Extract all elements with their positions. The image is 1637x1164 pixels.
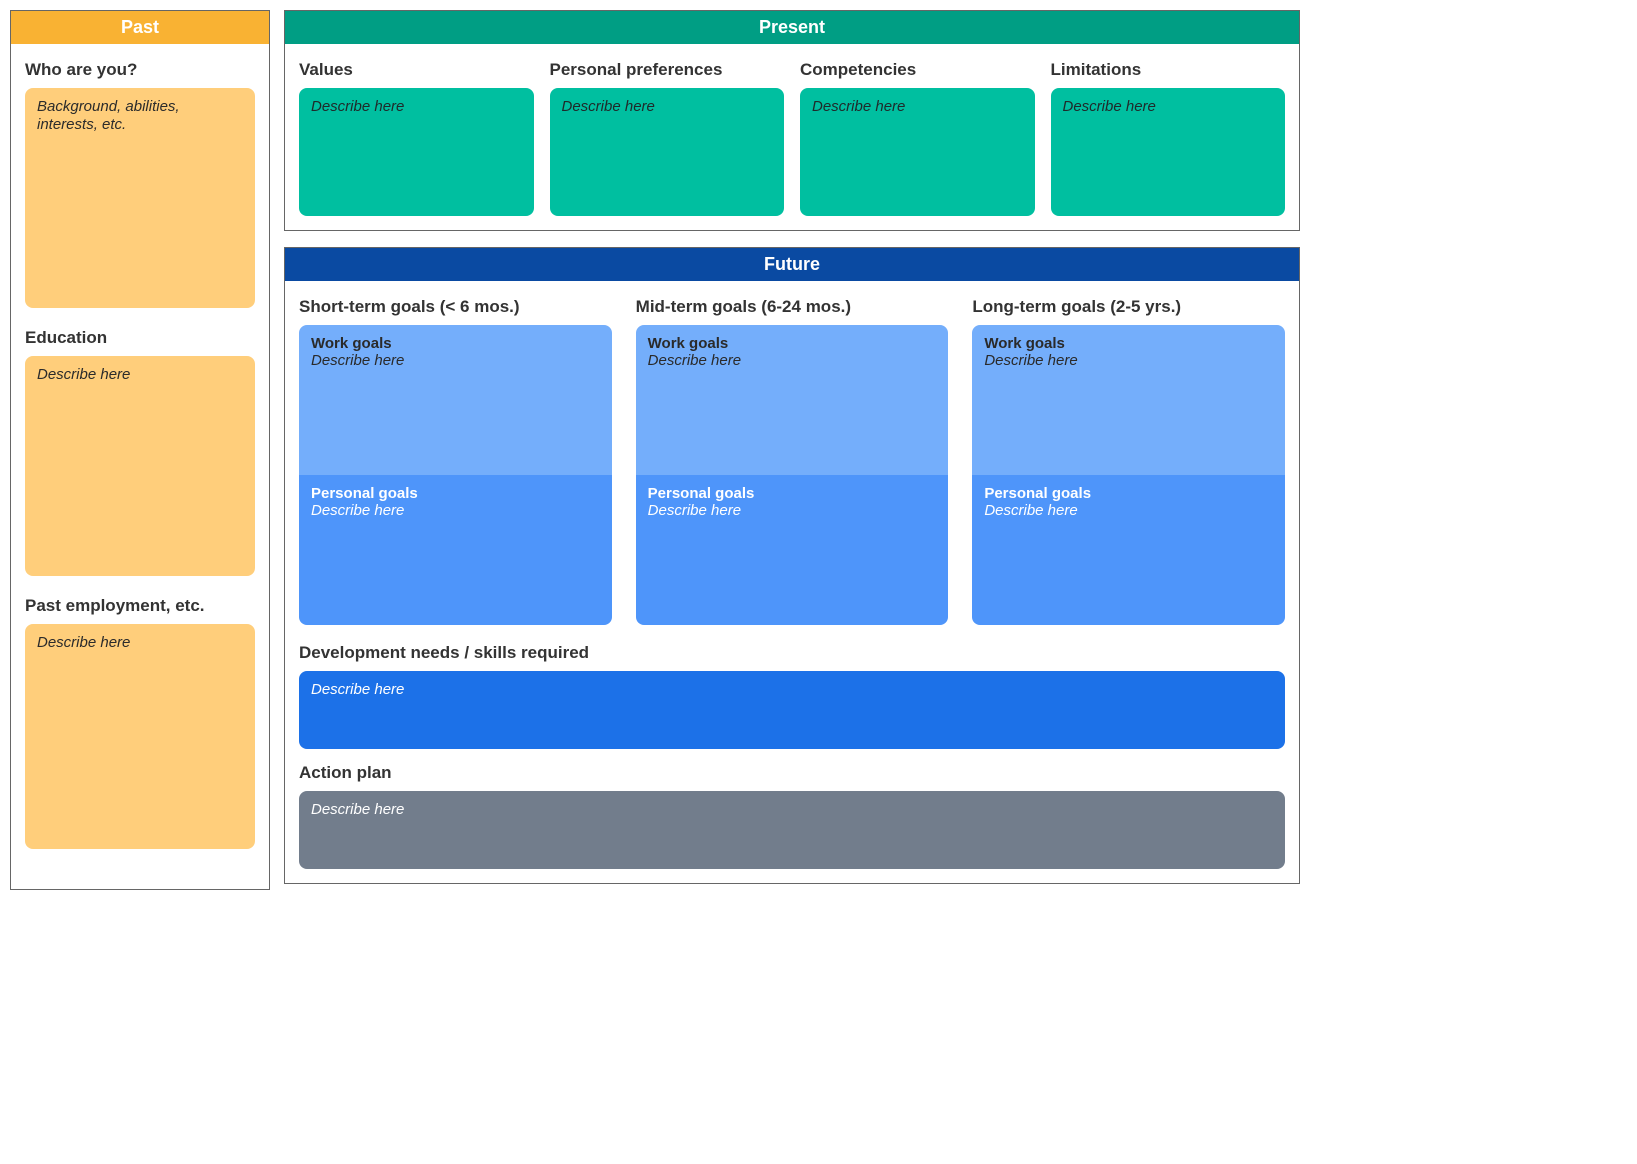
present-panel: Present Values Describe here Personal pr… <box>284 10 1300 231</box>
actionplan-box[interactable]: Describe here <box>299 791 1285 869</box>
short-personal-label: Personal goals <box>311 485 600 502</box>
future-header: Future <box>285 248 1299 281</box>
devneeds-placeholder: Describe here <box>311 681 404 698</box>
mid-personal-label: Personal goals <box>648 485 937 502</box>
mid-personal-placeholder: Describe here <box>648 502 937 519</box>
past-header: Past <box>11 11 269 44</box>
long-term-column: Long-term goals (2-5 yrs.) Work goals De… <box>972 291 1285 625</box>
values-column: Values Describe here <box>299 54 534 216</box>
present-header: Present <box>285 11 1299 44</box>
preferences-column: Personal preferences Describe here <box>550 54 785 216</box>
limitations-box[interactable]: Describe here <box>1051 88 1286 216</box>
competencies-column: Competencies Describe here <box>800 54 1035 216</box>
mid-term-column: Mid-term goals (6-24 mos.) Work goals De… <box>636 291 949 625</box>
actionplan-placeholder: Describe here <box>311 801 404 818</box>
long-work-box[interactable]: Work goals Describe here <box>972 325 1285 475</box>
past-panel: Past Who are you? Background, abilities,… <box>10 10 270 890</box>
employment-box[interactable]: Describe here <box>25 624 255 849</box>
who-placeholder: Background, abilities, interests, etc. <box>37 98 180 133</box>
devneeds-title: Development needs / skills required <box>299 643 1285 663</box>
short-term-title: Short-term goals (< 6 mos.) <box>299 297 612 317</box>
limitations-title: Limitations <box>1051 60 1286 80</box>
values-title: Values <box>299 60 534 80</box>
devneeds-box[interactable]: Describe here <box>299 671 1285 749</box>
limitations-placeholder: Describe here <box>1063 98 1156 115</box>
long-personal-box[interactable]: Personal goals Describe here <box>972 475 1285 625</box>
mid-work-box[interactable]: Work goals Describe here <box>636 325 949 475</box>
preferences-placeholder: Describe here <box>562 98 655 115</box>
right-column: Present Values Describe here Personal pr… <box>284 10 1300 890</box>
long-work-placeholder: Describe here <box>984 352 1273 369</box>
mid-personal-box[interactable]: Personal goals Describe here <box>636 475 949 625</box>
mid-term-title: Mid-term goals (6-24 mos.) <box>636 297 949 317</box>
education-placeholder: Describe here <box>37 366 130 383</box>
preferences-title: Personal preferences <box>550 60 785 80</box>
long-personal-placeholder: Describe here <box>984 502 1273 519</box>
education-title: Education <box>25 328 255 348</box>
future-panel: Future Short-term goals (< 6 mos.) Work … <box>284 247 1300 884</box>
education-box[interactable]: Describe here <box>25 356 255 576</box>
mid-work-label: Work goals <box>648 335 937 352</box>
long-term-title: Long-term goals (2-5 yrs.) <box>972 297 1285 317</box>
actionplan-title: Action plan <box>299 763 1285 783</box>
preferences-box[interactable]: Describe here <box>550 88 785 216</box>
limitations-column: Limitations Describe here <box>1051 54 1286 216</box>
goals-grid: Short-term goals (< 6 mos.) Work goals D… <box>299 291 1285 625</box>
long-work-label: Work goals <box>984 335 1273 352</box>
short-work-box[interactable]: Work goals Describe here <box>299 325 612 475</box>
career-plan-canvas: Past Who are you? Background, abilities,… <box>10 10 1300 890</box>
short-personal-placeholder: Describe here <box>311 502 600 519</box>
short-personal-box[interactable]: Personal goals Describe here <box>299 475 612 625</box>
short-term-column: Short-term goals (< 6 mos.) Work goals D… <box>299 291 612 625</box>
mid-work-placeholder: Describe here <box>648 352 937 369</box>
values-box[interactable]: Describe here <box>299 88 534 216</box>
who-box[interactable]: Background, abilities, interests, etc. <box>25 88 255 308</box>
values-placeholder: Describe here <box>311 98 404 115</box>
short-work-placeholder: Describe here <box>311 352 600 369</box>
employment-title: Past employment, etc. <box>25 596 255 616</box>
who-title: Who are you? <box>25 60 255 80</box>
competencies-box[interactable]: Describe here <box>800 88 1035 216</box>
competencies-title: Competencies <box>800 60 1035 80</box>
short-work-label: Work goals <box>311 335 600 352</box>
long-personal-label: Personal goals <box>984 485 1273 502</box>
competencies-placeholder: Describe here <box>812 98 905 115</box>
employment-placeholder: Describe here <box>37 634 130 651</box>
